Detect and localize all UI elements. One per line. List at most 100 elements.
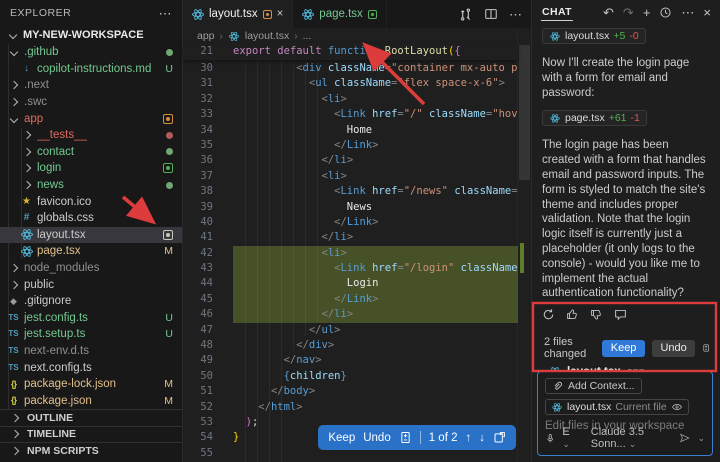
tree-item-.next[interactable]: .next [0, 77, 182, 94]
tree-item-.github[interactable]: .github [0, 44, 182, 61]
tab-page-tsx[interactable]: page.tsx [293, 0, 386, 28]
editor-more-icon[interactable]: ⋯ [509, 8, 522, 21]
code-line-42[interactable]: 42 <li> [183, 246, 518, 261]
microphone-icon[interactable] [545, 432, 555, 445]
add-context-button[interactable]: Add Context... [545, 378, 642, 394]
file-chip[interactable]: layout.tsx +5 -0 [542, 28, 646, 44]
editor-scrollbar[interactable] [517, 28, 531, 462]
send-options-chevron-icon[interactable]: ⌄ [697, 433, 705, 444]
chat-more-icon[interactable]: ⋯ [681, 6, 694, 19]
tree-item-contact[interactable]: contact [0, 144, 182, 161]
code-line-48[interactable]: 48 </div> [183, 338, 518, 353]
mode-picker[interactable]: E ⌄ [562, 426, 576, 450]
thumbs-up-icon[interactable] [566, 308, 579, 321]
view-edits-icon[interactable] [702, 341, 710, 355]
code-line-43[interactable]: 43 <Link href="/login" className="hove [183, 261, 518, 276]
sidebar-section-outline[interactable]: OUTLINE [0, 409, 182, 426]
context-chip-current-file[interactable]: layout.tsx Current file [545, 399, 689, 415]
code-line-33[interactable]: 33 <Link href="/" className="hover:te [183, 107, 518, 122]
code-line-38[interactable]: 38 <Link href="/news" className="hover [183, 184, 518, 199]
tree-item-page.tsx[interactable]: page.tsxM [0, 243, 182, 260]
code-line-30[interactable]: 30 <div className="container mx-auto px-… [183, 61, 518, 76]
next-change-icon[interactable]: ↓ [479, 432, 485, 444]
breadcrumb[interactable]: app › layout.tsx › ... [183, 28, 531, 44]
undo-button[interactable]: Undo [363, 432, 391, 444]
breadcrumb-file[interactable]: layout.tsx [245, 30, 289, 42]
tree-item-app[interactable]: app [0, 110, 182, 127]
code-line-49[interactable]: 49 </nav> [183, 353, 518, 368]
sidebar-section-npm-scripts[interactable]: NPM SCRIPTS [0, 442, 182, 459]
breadcrumb-folder[interactable]: app [197, 30, 215, 42]
code-line-37[interactable]: 37 <li> [183, 169, 518, 184]
code-line-44[interactable]: 44 Login [183, 276, 518, 291]
tree-item-__tests__[interactable]: __tests__ [0, 127, 182, 144]
chip-filename: layout.tsx [565, 30, 609, 42]
tree-item-.swc[interactable]: .swc [0, 94, 182, 111]
tree-item-copilot-instructions.md[interactable]: ↓copilot-instructions.mdU [0, 61, 182, 78]
keep-button[interactable]: Keep [328, 432, 355, 444]
tree-item-layout.tsx[interactable]: layout.tsx [0, 227, 182, 244]
explorer-more-icon[interactable]: ⋯ [159, 7, 173, 20]
model-picker[interactable]: Claude 3.5 Sonn... ⌄ [591, 426, 672, 450]
close-icon[interactable]: × [277, 8, 284, 20]
split-editor-icon[interactable] [484, 7, 498, 21]
tree-item-public[interactable]: public [0, 276, 182, 293]
sticky-scroll-line[interactable]: 21export default function RootLayout({ [183, 44, 518, 60]
diff-file-icon[interactable] [399, 431, 412, 444]
keep-button[interactable]: Keep [602, 340, 646, 357]
redo-icon[interactable]: ↷ [623, 6, 634, 19]
tree-item-news[interactable]: news [0, 177, 182, 194]
tree-item-jest.config.ts[interactable]: TSjest.config.tsU [0, 310, 182, 327]
code-line-51[interactable]: 51 </body> [183, 384, 518, 399]
tree-item-login[interactable]: login [0, 160, 182, 177]
sidebar-section-timeline[interactable]: TIMELINE [0, 426, 182, 443]
previous-change-icon[interactable]: ↑ [466, 432, 472, 444]
code-area[interactable]: 30 <div className="container mx-auto px-… [183, 61, 518, 462]
tree-item-node_modules[interactable]: node_modules [0, 260, 182, 277]
tree-item-next-env.d.ts[interactable]: TSnext-env.d.ts [0, 343, 182, 360]
tree-item-package.json[interactable]: {}package.jsonM [0, 392, 182, 409]
code-line-41[interactable]: 41 </li> [183, 230, 518, 245]
file-chip[interactable]: page.tsx +61 -1 [542, 110, 647, 126]
sticky-line-21[interactable]: 21export default function RootLayout({ [183, 44, 461, 59]
close-icon[interactable]: × [703, 6, 711, 19]
compare-changes-icon[interactable] [458, 7, 473, 22]
code-line-47[interactable]: 47 </ul> [183, 323, 518, 338]
code-line-52[interactable]: 52 </html> [183, 400, 518, 415]
new-chat-icon[interactable]: + [643, 6, 651, 19]
code-line-45[interactable]: 45 </Link> [183, 292, 518, 307]
code-line-35[interactable]: 35 </Link> [183, 138, 518, 153]
code-line-36[interactable]: 36 </li> [183, 153, 518, 168]
undo-button[interactable]: Undo [652, 340, 694, 357]
code-line-40[interactable]: 40 </Link> [183, 215, 518, 230]
code-line-50[interactable]: 50 {children} [183, 369, 518, 384]
workspace-root-row[interactable]: MY-NEW-WORKSPACE [0, 26, 182, 44]
tree-item-globals.css[interactable]: #globals.css [0, 210, 182, 227]
file-tree: .github↓copilot-instructions.mdU.next.sw… [0, 44, 182, 409]
code-line-46[interactable]: 46 </li> [183, 307, 518, 322]
code-line-32[interactable]: 32 <li> [183, 92, 518, 107]
send-icon[interactable] [679, 431, 690, 445]
scrollbar-thumb[interactable] [519, 45, 530, 180]
tab-layout-tsx[interactable]: layout.tsx × [183, 0, 293, 28]
breadcrumb-symbol[interactable]: ... [303, 30, 312, 42]
tree-item-package-lock.json[interactable]: {}package-lock.jsonM [0, 376, 182, 393]
history-icon[interactable] [659, 6, 672, 19]
tree-item-favicon.ico[interactable]: ★favicon.ico [0, 193, 182, 210]
tree-item-next.config.ts[interactable]: TSnext.config.ts [0, 359, 182, 376]
chat-input-box[interactable]: Add Context... layout.tsx Current file E… [537, 371, 713, 456]
chevron-down-icon [6, 49, 21, 55]
thumbs-down-icon[interactable] [590, 308, 603, 321]
regenerate-icon[interactable] [542, 308, 555, 321]
code-line-34[interactable]: 34 Home [183, 123, 518, 138]
tab-chat[interactable]: CHAT [541, 3, 573, 21]
tree-item-jest.setup.ts[interactable]: TSjest.setup.tsU [0, 326, 182, 343]
code-line-39[interactable]: 39 News [183, 200, 518, 215]
open-changes-icon[interactable] [493, 431, 506, 444]
undo-icon[interactable]: ↶ [603, 6, 614, 19]
code-line-31[interactable]: 31 <ul className="flex space-x-6"> [183, 76, 518, 91]
comment-icon[interactable] [614, 308, 627, 321]
tree-item-.gitignore[interactable]: ◆.gitignore [0, 293, 182, 310]
file-icon: TS [6, 364, 21, 372]
eye-icon[interactable] [671, 401, 683, 413]
